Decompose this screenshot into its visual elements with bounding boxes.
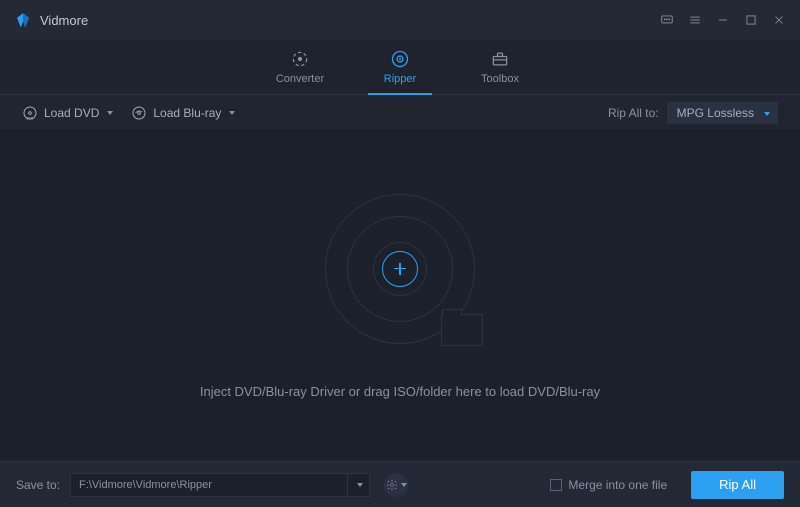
save-path-value: F:\Vidmore\Vidmore\Ripper: [71, 479, 347, 491]
merge-checkbox[interactable]: Merge into one file: [550, 478, 667, 492]
tab-label: Converter: [276, 73, 324, 85]
close-icon[interactable]: [772, 13, 786, 27]
feedback-icon[interactable]: [660, 13, 674, 27]
output-format-value: MPG Lossless: [677, 106, 754, 120]
load-dvd-label: Load DVD: [44, 106, 99, 120]
tab-label: Ripper: [384, 73, 416, 85]
app-logo: Vidmore: [14, 11, 88, 29]
plus-icon: [382, 251, 418, 287]
svg-text:DVD: DVD: [26, 116, 34, 120]
save-path-field[interactable]: F:\Vidmore\Vidmore\Ripper: [70, 473, 370, 497]
rip-all-button-label: Rip All: [719, 477, 756, 492]
maximize-icon[interactable]: [744, 13, 758, 27]
chevron-down-icon: [401, 483, 407, 487]
app-title: Vidmore: [40, 13, 88, 28]
disc-dvd-icon: DVD: [22, 105, 38, 121]
load-dvd-button[interactable]: DVD Load DVD: [22, 105, 113, 121]
ripper-icon: [390, 49, 410, 69]
chevron-down-icon: [107, 111, 113, 115]
rip-all-button[interactable]: Rip All: [691, 471, 784, 499]
drop-zone[interactable]: Inject DVD/Blu-ray Driver or drag ISO/fo…: [0, 131, 800, 461]
tab-ripper[interactable]: Ripper: [370, 40, 430, 94]
drop-hint-text: Inject DVD/Blu-ray Driver or drag ISO/fo…: [200, 384, 600, 399]
chevron-down-icon: [229, 111, 235, 115]
menu-icon[interactable]: [688, 13, 702, 27]
toolbox-icon: [490, 49, 510, 69]
tab-label: Toolbox: [481, 73, 519, 85]
load-bluray-button[interactable]: Load Blu-ray: [131, 105, 235, 121]
disc-bluray-icon: [131, 105, 147, 121]
window-controls: [660, 13, 786, 27]
save-path-dropdown[interactable]: [347, 474, 369, 496]
gear-icon: [386, 479, 398, 491]
load-bluray-label: Load Blu-ray: [153, 106, 221, 120]
sub-toolbar: DVD Load DVD Load Blu-ray Rip All to: MP…: [0, 95, 800, 131]
merge-label: Merge into one file: [568, 478, 667, 492]
title-bar: Vidmore: [0, 0, 800, 40]
output-format-select[interactable]: MPG Lossless: [667, 102, 778, 124]
converter-icon: [290, 49, 310, 69]
logo-icon: [14, 11, 32, 29]
chevron-down-icon: [764, 112, 770, 116]
minimize-icon[interactable]: [716, 13, 730, 27]
rip-all-to-label: Rip All to:: [608, 106, 659, 120]
folder-icon: [441, 314, 483, 346]
chevron-down-icon: [357, 483, 363, 487]
settings-button[interactable]: [384, 473, 408, 497]
add-disc-illustration[interactable]: [325, 194, 475, 344]
save-to-label: Save to:: [16, 478, 60, 492]
bottom-bar: Save to: F:\Vidmore\Vidmore\Ripper Merge…: [0, 461, 800, 507]
tab-row: Converter Ripper Toolbox: [0, 40, 800, 95]
rip-all-to: Rip All to: MPG Lossless: [608, 102, 778, 124]
checkbox-box: [550, 479, 562, 491]
tab-converter[interactable]: Converter: [270, 40, 330, 94]
tab-toolbox[interactable]: Toolbox: [470, 40, 530, 94]
